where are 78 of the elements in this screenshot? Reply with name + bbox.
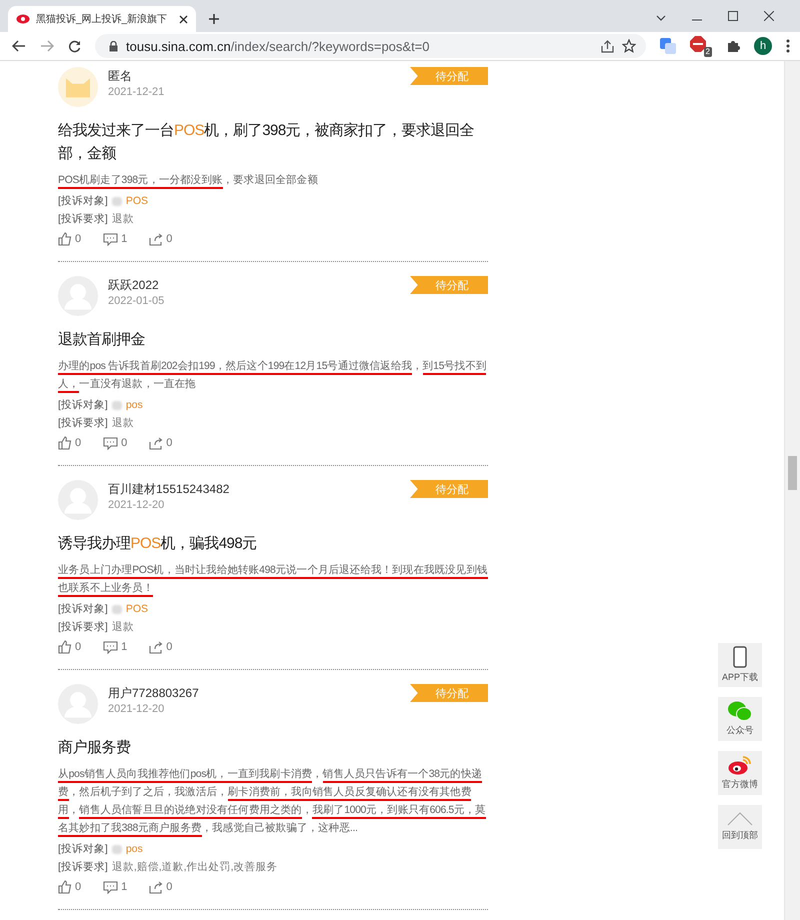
complaint-title[interactable]: 给我发过来了一台POS机，刷了398元，被商家扣了，要求退回全部，金额: [58, 119, 488, 165]
field-label: [投诉对象]: [58, 842, 108, 857]
share-button[interactable]: 0: [149, 232, 172, 246]
complaint-summary: 从pos销售人员向我推荐他们pos机，一直到我刷卡消费，销售人员只告诉有一个38元的快递费，然后机子到了之后，我激活后，刷卡消费前，我向销售人员反复确认还有没有其他费用，销售人员信誓旦旦的说绝对没有任何费用之类的，我刷了1000元，到账只有606.5元，莫名其妙扣了我388元商户服务费，我感觉自己被欺骗了，这种恶...: [58, 765, 488, 837]
phone-icon: [733, 646, 747, 668]
author-name: 跃跃2022: [108, 277, 160, 294]
share-icon[interactable]: [601, 40, 614, 52]
close-icon[interactable]: [764, 11, 774, 21]
field-label: [投诉对象]: [58, 194, 108, 209]
chat-bubbles-icon: [728, 701, 752, 721]
eye-logo-icon: [16, 14, 30, 24]
side-tool-button[interactable]: APP下载: [718, 643, 762, 687]
like-button[interactable]: 0: [58, 232, 82, 246]
translate-icon[interactable]: [660, 38, 676, 54]
request-text: 退款: [112, 620, 134, 635]
minimize-icon[interactable]: [692, 19, 702, 21]
chevron-up-icon: [727, 812, 753, 826]
like-button[interactable]: 0: [58, 436, 82, 450]
blurred-text: [112, 400, 122, 410]
author-name: 百川建材15515243482: [108, 481, 230, 498]
complaint-summary: 办理的pos 告诉我首刷202会扣199，然后这个199在12月15号通过微信返给我，到15号找不到人，一直没有退款，一直在拖: [58, 357, 488, 393]
blurred-text: [112, 844, 122, 854]
complaint-summary: POS机刷走了398元，一分都没到账，要求退回全部金额: [58, 171, 488, 189]
back-icon[interactable]: [12, 40, 26, 52]
maximize-icon[interactable]: [728, 11, 738, 21]
like-button[interactable]: 0: [58, 880, 82, 894]
puzzle-icon[interactable]: [726, 39, 740, 53]
complaint-title[interactable]: 退款首刷押金: [58, 328, 488, 351]
menu-icon[interactable]: [786, 39, 790, 53]
field-label: [投诉要求]: [58, 620, 108, 635]
weibo-logo-icon: [728, 755, 752, 775]
address-bar[interactable]: tousu.sina.com.cn/index/search/?keywords=pos&t=0: [95, 34, 646, 58]
tab-title: 黑猫投诉_网上投诉_新浪旗下: [36, 12, 168, 26]
profile-avatar[interactable]: h: [754, 37, 772, 55]
side-tool-button[interactable]: 官方微博: [718, 751, 762, 795]
cat-avatar-icon: [58, 67, 98, 107]
request-text: 退款,赔偿,道歉,作出处罚,改善服务: [112, 860, 278, 875]
share-button[interactable]: 0: [149, 436, 172, 450]
chevron-down-icon[interactable]: [656, 15, 666, 21]
post-date: 2021-12-21: [108, 86, 166, 98]
complaint-title[interactable]: 诱导我办理POS机，骗我498元: [58, 532, 488, 555]
side-tool-button[interactable]: 公众号: [718, 697, 762, 741]
complaint-target-link[interactable]: POS: [126, 600, 148, 618]
share-button[interactable]: 0: [149, 640, 172, 654]
complaint-title[interactable]: 商户服务费: [58, 736, 488, 759]
side-tool-button[interactable]: 回到顶部: [718, 805, 762, 849]
request-text: 退款: [112, 416, 134, 431]
complaint-summary: 业务员上门办理POS机，当时让我给她转账498元说一个月后退还给我！到现在我既没见到钱也联系不上业务员！: [58, 561, 488, 597]
request-text: 退款: [112, 212, 134, 227]
field-label: [投诉要求]: [58, 860, 108, 875]
reload-icon[interactable]: [68, 40, 81, 52]
like-button[interactable]: 0: [58, 640, 82, 654]
scrollbar[interactable]: [784, 61, 800, 920]
blurred-text: [112, 196, 122, 206]
field-label: [投诉要求]: [58, 212, 108, 227]
complaint-target-link[interactable]: pos: [126, 396, 143, 414]
field-label: [投诉对象]: [58, 602, 108, 617]
status-tag: 待分配: [410, 67, 488, 85]
blurred-text: [112, 604, 122, 614]
field-label: [投诉要求]: [58, 416, 108, 431]
share-button[interactable]: 0: [149, 880, 172, 894]
close-icon[interactable]: [179, 14, 188, 24]
complaint-target-link[interactable]: pos: [126, 840, 143, 858]
status-tag: 待分配: [410, 684, 488, 702]
post-date: 2021-12-20: [108, 703, 166, 715]
status-tag: 待分配: [410, 276, 488, 294]
complaint-target-link[interactable]: POS: [126, 192, 148, 210]
post-date: 2021-12-20: [108, 499, 166, 511]
star-icon[interactable]: [622, 39, 636, 53]
browser-tab[interactable]: 黑猫投诉_网上投诉_新浪旗下: [8, 6, 196, 32]
author-name: 匿名: [108, 68, 133, 85]
plus-icon[interactable]: [208, 13, 220, 25]
field-label: [投诉对象]: [58, 398, 108, 413]
status-tag: 待分配: [410, 480, 488, 498]
lock-icon: [109, 40, 118, 52]
author-name: 用户7728803267: [108, 685, 200, 702]
post-date: 2022-01-05: [108, 295, 166, 307]
badge-count: 2: [704, 46, 712, 56]
